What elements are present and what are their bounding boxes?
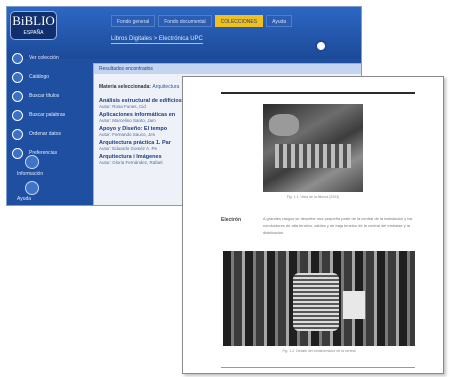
label-plate-shape [343, 291, 365, 319]
logo-subtitle: ESPAÑA [23, 30, 44, 36]
help-icon[interactable] [25, 181, 39, 195]
factory-photo [263, 104, 363, 192]
results-header: Resultados encontrados [94, 64, 361, 74]
sidebar-item-label: Buscar títulos [29, 93, 60, 99]
circle-arrow-icon [12, 128, 23, 140]
circle-arrow-icon [12, 90, 23, 102]
circle-arrow-icon [12, 109, 23, 121]
photo-caption-1: Fig. 1.1. Vista de la fábrica (2003) [286, 195, 340, 199]
app-logo[interactable]: BiBLIO ESPAÑA [10, 11, 57, 40]
sidebar-item-label: Catálogo [29, 74, 50, 80]
sidebar-item-ordenar[interactable]: Ordenar datos [7, 126, 87, 142]
sidebar-item-ver-coleccion[interactable]: Ver colección [7, 50, 87, 66]
sidebar-item-catalogo[interactable]: Catálogo [7, 69, 87, 85]
sidebar-item-preferencias[interactable]: Preferencias [7, 145, 87, 161]
coil-shape [293, 273, 339, 331]
sidebar-item-label: Ordenar datos [29, 131, 61, 137]
tab-fondo-documental[interactable]: Fondo documental [158, 15, 212, 27]
selected-subject-label: Materia seleccionada: [99, 84, 151, 90]
sidebar-item-label: Buscar palabras [29, 112, 66, 118]
sidebar: Ver colección Catálogo Buscar títulos Bu… [7, 47, 87, 161]
breadcrumb[interactable]: Libros Digitales > Electrónica UPC [111, 36, 203, 44]
logo-text: BiBLIO [12, 13, 55, 28]
selected-subject-value[interactable]: Arquitectura [152, 84, 179, 90]
header-rule [221, 92, 415, 94]
sidebar-info-label[interactable]: Información [17, 171, 43, 177]
section-label: Electrón [221, 217, 242, 223]
tab-ayuda[interactable]: Ayuda [266, 15, 293, 27]
sidebar-item-label: Ver colección [29, 55, 59, 61]
settings-icon[interactable] [315, 40, 327, 52]
photo-caption-2: Fig. 1.2. Detalle del transformador de l… [282, 349, 356, 353]
footer-rule [221, 367, 415, 368]
document-page[interactable]: Fig. 1.1. Vista de la fábrica (2003) Ele… [182, 76, 444, 374]
sidebar-item-buscar-titulos[interactable]: Buscar títulos [7, 88, 87, 104]
tab-bar: Fondo general Fondo documental COLECCION… [111, 15, 293, 27]
sidebar-item-buscar-palabras[interactable]: Buscar palabras [7, 107, 87, 123]
equipment-photo [223, 251, 415, 346]
body-paragraph: A grandes rasgos se describe una pequeña… [263, 216, 413, 235]
sidebar-help-label[interactable]: Ayuda [17, 196, 31, 202]
circle-arrow-icon [12, 52, 23, 64]
info-icon[interactable] [25, 155, 39, 169]
tab-fondo-general[interactable]: Fondo general [111, 15, 156, 27]
tab-colecciones[interactable]: COLECCIONES [214, 15, 264, 27]
circle-arrow-icon [12, 71, 23, 83]
circle-arrow-icon [12, 147, 23, 159]
